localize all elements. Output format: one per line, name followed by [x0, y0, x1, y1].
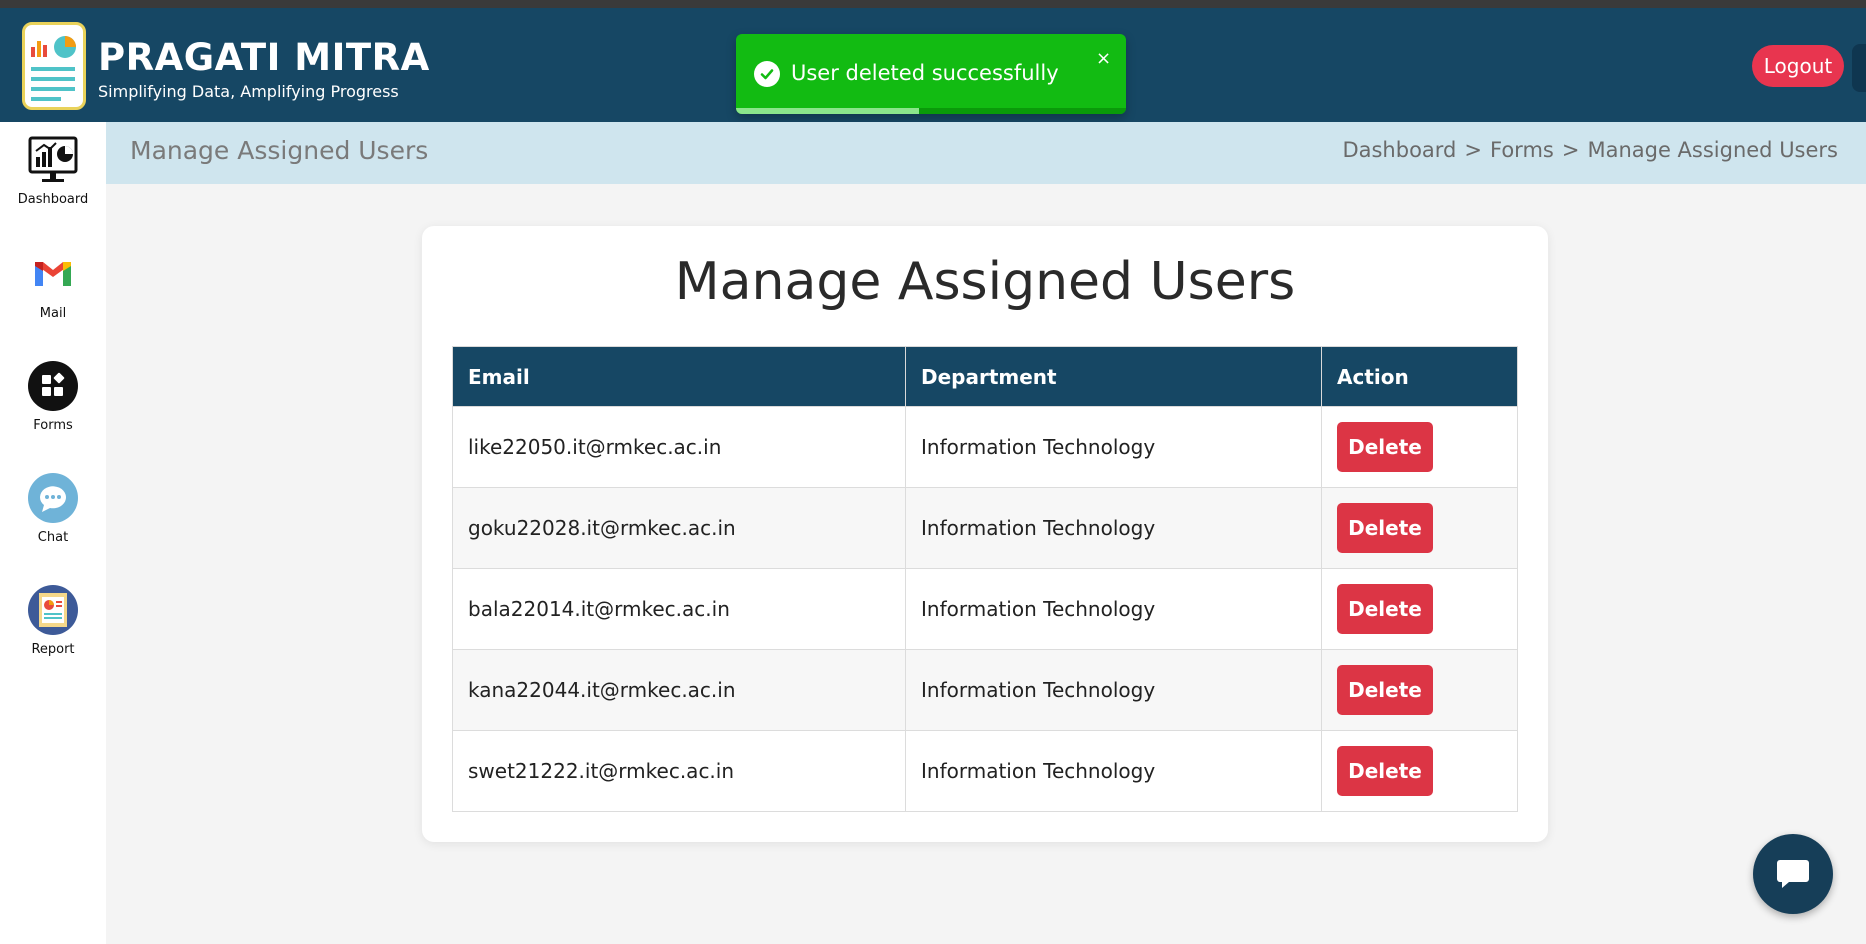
check-circle-icon — [754, 61, 780, 87]
department-cell: Information Technology — [905, 487, 1322, 569]
delete-button[interactable]: Delete — [1337, 422, 1433, 472]
breadcrumb: Dashboard > Forms > Manage Assigned User… — [1342, 138, 1838, 162]
table-row: bala22014.it@rmkec.ac.in Information Tec… — [452, 568, 1518, 650]
column-header-action: Action — [1321, 346, 1518, 407]
column-header-email: Email — [452, 346, 906, 407]
window-top-strip — [0, 0, 1866, 8]
close-icon[interactable]: × — [1096, 48, 1111, 69]
column-header-department: Department — [905, 346, 1322, 407]
department-cell: Information Technology — [905, 406, 1322, 488]
assigned-users-table: Email Department Action like22050.it@rmk… — [452, 346, 1518, 812]
sidebar-item-chat[interactable]: Chat — [0, 472, 106, 545]
action-cell: Delete — [1321, 487, 1518, 569]
sidebar-item-label: Chat — [37, 530, 69, 545]
logo-chart-icon — [31, 36, 76, 101]
page-subheader: Manage Assigned Users Dashboard > Forms … — [106, 122, 1866, 184]
delete-button[interactable]: Delete — [1337, 503, 1433, 553]
department-cell: Information Technology — [905, 730, 1322, 812]
table-row: swet21222.it@rmkec.ac.in Information Tec… — [452, 730, 1518, 812]
email-cell: bala22014.it@rmkec.ac.in — [452, 568, 906, 650]
department-cell: Information Technology — [905, 568, 1322, 650]
report-icon — [27, 584, 79, 636]
action-cell: Delete — [1321, 568, 1518, 650]
action-cell: Delete — [1321, 730, 1518, 812]
breadcrumb-item-forms[interactable]: Forms — [1490, 138, 1554, 162]
forms-icon — [27, 360, 79, 412]
gmail-icon — [27, 248, 79, 300]
department-cell: Information Technology — [905, 649, 1322, 731]
app-logo[interactable] — [22, 22, 86, 110]
brand-subtitle: Simplifying Data, Amplifying Progress — [98, 82, 399, 101]
email-cell: goku22028.it@rmkec.ac.in — [452, 487, 906, 569]
assigned-users-card: Manage Assigned Users Email Department A… — [422, 226, 1548, 842]
brand-title: PRAGATI MITRA — [98, 36, 430, 79]
delete-button[interactable]: Delete — [1337, 746, 1433, 796]
action-cell: Delete — [1321, 649, 1518, 731]
sidebar-item-report[interactable]: Report — [0, 584, 106, 657]
sidebar-item-label: Dashboard — [17, 192, 89, 207]
delete-button[interactable]: Delete — [1337, 584, 1433, 634]
table-row: like22050.it@rmkec.ac.in Information Tec… — [452, 406, 1518, 488]
sidebar-item-label: Report — [31, 642, 75, 657]
table-row: kana22044.it@rmkec.ac.in Information Tec… — [452, 649, 1518, 731]
chat-widget-button[interactable] — [1753, 834, 1833, 914]
sidebar-item-forms[interactable]: Forms — [0, 360, 106, 433]
dashboard-monitor-icon — [27, 134, 79, 186]
sidebar-item-dashboard[interactable]: Dashboard — [0, 134, 106, 207]
sidebar: Dashboard Mail Forms Chat Report — [0, 122, 106, 944]
action-cell: Delete — [1321, 406, 1518, 488]
side-panel-handle[interactable] — [1852, 44, 1866, 92]
email-cell: swet21222.it@rmkec.ac.in — [452, 730, 906, 812]
delete-button[interactable]: Delete — [1337, 665, 1433, 715]
table-header-row: Email Department Action — [452, 346, 1518, 407]
email-cell: like22050.it@rmkec.ac.in — [452, 406, 906, 488]
chat-bubble-icon — [27, 472, 79, 524]
success-toast: User deleted successfully × — [736, 34, 1126, 114]
table-row: goku22028.it@rmkec.ac.in Information Tec… — [452, 487, 1518, 569]
breadcrumb-item-dashboard[interactable]: Dashboard — [1342, 138, 1456, 162]
page-title: Manage Assigned Users — [130, 136, 429, 165]
email-cell: kana22044.it@rmkec.ac.in — [452, 649, 906, 731]
logout-button[interactable]: Logout — [1752, 45, 1844, 87]
toast-progress-bar — [736, 108, 920, 114]
chat-bubble-icon — [1777, 860, 1809, 888]
breadcrumb-separator: > — [1464, 138, 1482, 162]
breadcrumb-item-current: Manage Assigned Users — [1587, 138, 1838, 162]
sidebar-item-label: Forms — [33, 418, 73, 433]
breadcrumb-separator: > — [1561, 138, 1580, 162]
sidebar-item-label: Mail — [39, 306, 67, 321]
sidebar-item-mail[interactable]: Mail — [0, 248, 106, 321]
toast-message: User deleted successfully — [791, 61, 1059, 85]
card-title: Manage Assigned Users — [674, 252, 1296, 312]
